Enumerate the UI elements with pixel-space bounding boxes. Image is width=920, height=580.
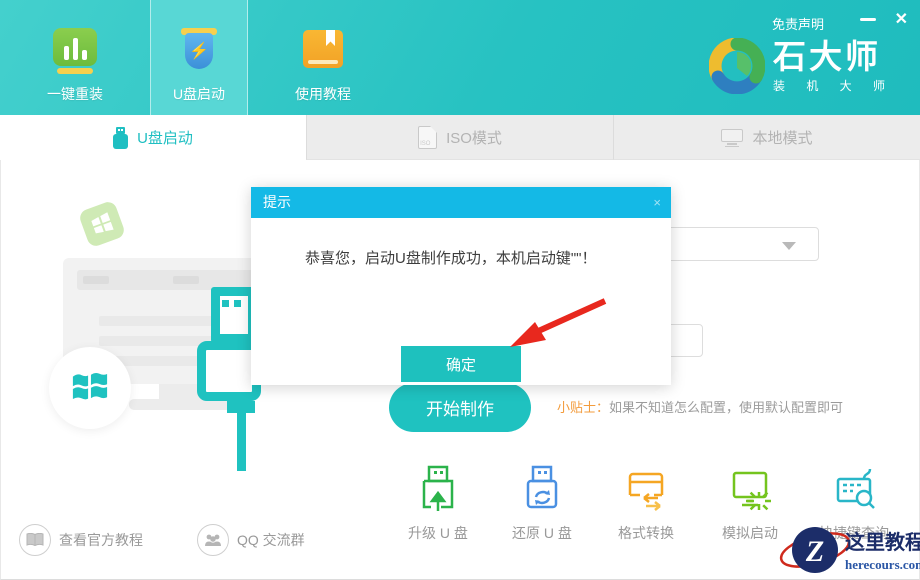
dialog-message: 恭喜您，启动U盘制作成功，本机启动键""！ [305, 247, 596, 268]
brand-name: 石大师 [773, 39, 894, 75]
tip-label: 小贴士： [557, 400, 609, 415]
nav-label: 使用教程 [295, 84, 351, 104]
nav-item-usb-boot[interactable]: ⚡ U盘启动 [150, 0, 248, 115]
tab-label: ISO模式 [446, 127, 502, 148]
toolbar-restore-usb[interactable]: 还原 U 盘 [497, 465, 587, 543]
usb-icon [113, 127, 128, 149]
minimize-button[interactable] [860, 18, 876, 21]
tab-usb-boot[interactable]: U盘启动 [0, 115, 306, 160]
restore-usb-icon [518, 465, 566, 515]
dialog-ok-button[interactable]: 确定 [401, 346, 521, 382]
link-label: QQ 交流群 [237, 530, 305, 550]
usb-boot-shield-icon: ⚡ [175, 28, 223, 74]
iso-file-icon: ISO [418, 126, 437, 149]
svg-text:Z: Z [805, 535, 824, 568]
nav-label: 一键重装 [47, 84, 103, 104]
simulate-boot-icon [726, 465, 774, 515]
windows-tile-icon [78, 200, 127, 249]
tab-local-mode[interactable]: 本地模式 [613, 115, 920, 160]
toolbar-label: 还原 U 盘 [497, 523, 587, 543]
nav-label: U盘启动 [173, 84, 225, 104]
nav-item-reinstall[interactable]: 一键重装 [26, 0, 124, 115]
tutorial-book-icon [299, 28, 347, 74]
success-dialog: 提示 × 恭喜您，启动U盘制作成功，本机启动键""！ 确定 [251, 187, 671, 385]
watermark-domain: herecours.com [845, 557, 920, 573]
dialog-titlebar: 提示 × [251, 187, 671, 218]
start-create-button[interactable]: 开始制作 [389, 383, 531, 432]
tab-label: U盘启动 [137, 127, 193, 148]
windows-flag-badge [49, 347, 131, 429]
disclaimer-link[interactable]: 免责声明 [772, 14, 824, 33]
hotkey-query-icon [830, 465, 878, 515]
reinstall-chart-icon [51, 28, 99, 74]
main-panel: 开始制作 小贴士：如果不知道怎么配置，使用默认配置即可 升级 U 盘 [0, 160, 920, 580]
toolbar-format-convert[interactable]: 格式转换 [601, 465, 691, 543]
watermark-site-name: 这里教程网 [845, 526, 920, 555]
brand-logo: 石大师 装 机 大 师 [709, 38, 894, 94]
tab-iso-mode[interactable]: ISO ISO模式 [306, 115, 613, 160]
toolbar-label: 升级 U 盘 [393, 523, 483, 543]
brand-swirl-icon [709, 38, 765, 94]
book-icon [19, 524, 51, 556]
toolbar-upgrade-usb[interactable]: 升级 U 盘 [393, 465, 483, 543]
monitor-icon [721, 129, 743, 146]
link-label: 查看官方教程 [59, 530, 143, 550]
dialog-close-icon[interactable]: × [653, 187, 661, 218]
site-watermark: Z 这里教程网 herecours.com [779, 520, 919, 580]
close-button[interactable]: ✕ [895, 9, 908, 29]
toolbar-label: 格式转换 [601, 523, 691, 543]
dialog-title: 提示 [263, 194, 291, 210]
tip-text: 小贴士：如果不知道怎么配置，使用默认配置即可 [557, 397, 843, 416]
header: 一键重装 ⚡ U盘启动 使用教程 免责声明 ✕ [0, 0, 920, 115]
chevron-down-icon [782, 242, 796, 250]
official-tutorial-link[interactable]: 查看官方教程 [19, 524, 143, 556]
tab-label: 本地模式 [752, 127, 812, 148]
mode-tabs: U盘启动 ISO ISO模式 本地模式 [0, 115, 920, 160]
app-window: 一键重装 ⚡ U盘启动 使用教程 免责声明 ✕ [0, 0, 920, 580]
format-convert-icon [622, 465, 670, 515]
upgrade-usb-icon [414, 465, 462, 515]
brand-subtitle: 装 机 大 师 [773, 77, 894, 94]
group-icon [197, 524, 229, 556]
nav-item-tutorial[interactable]: 使用教程 [274, 0, 372, 115]
top-nav: 一键重装 ⚡ U盘启动 使用教程 [26, 0, 398, 115]
qq-group-link[interactable]: QQ 交流群 [197, 524, 305, 556]
